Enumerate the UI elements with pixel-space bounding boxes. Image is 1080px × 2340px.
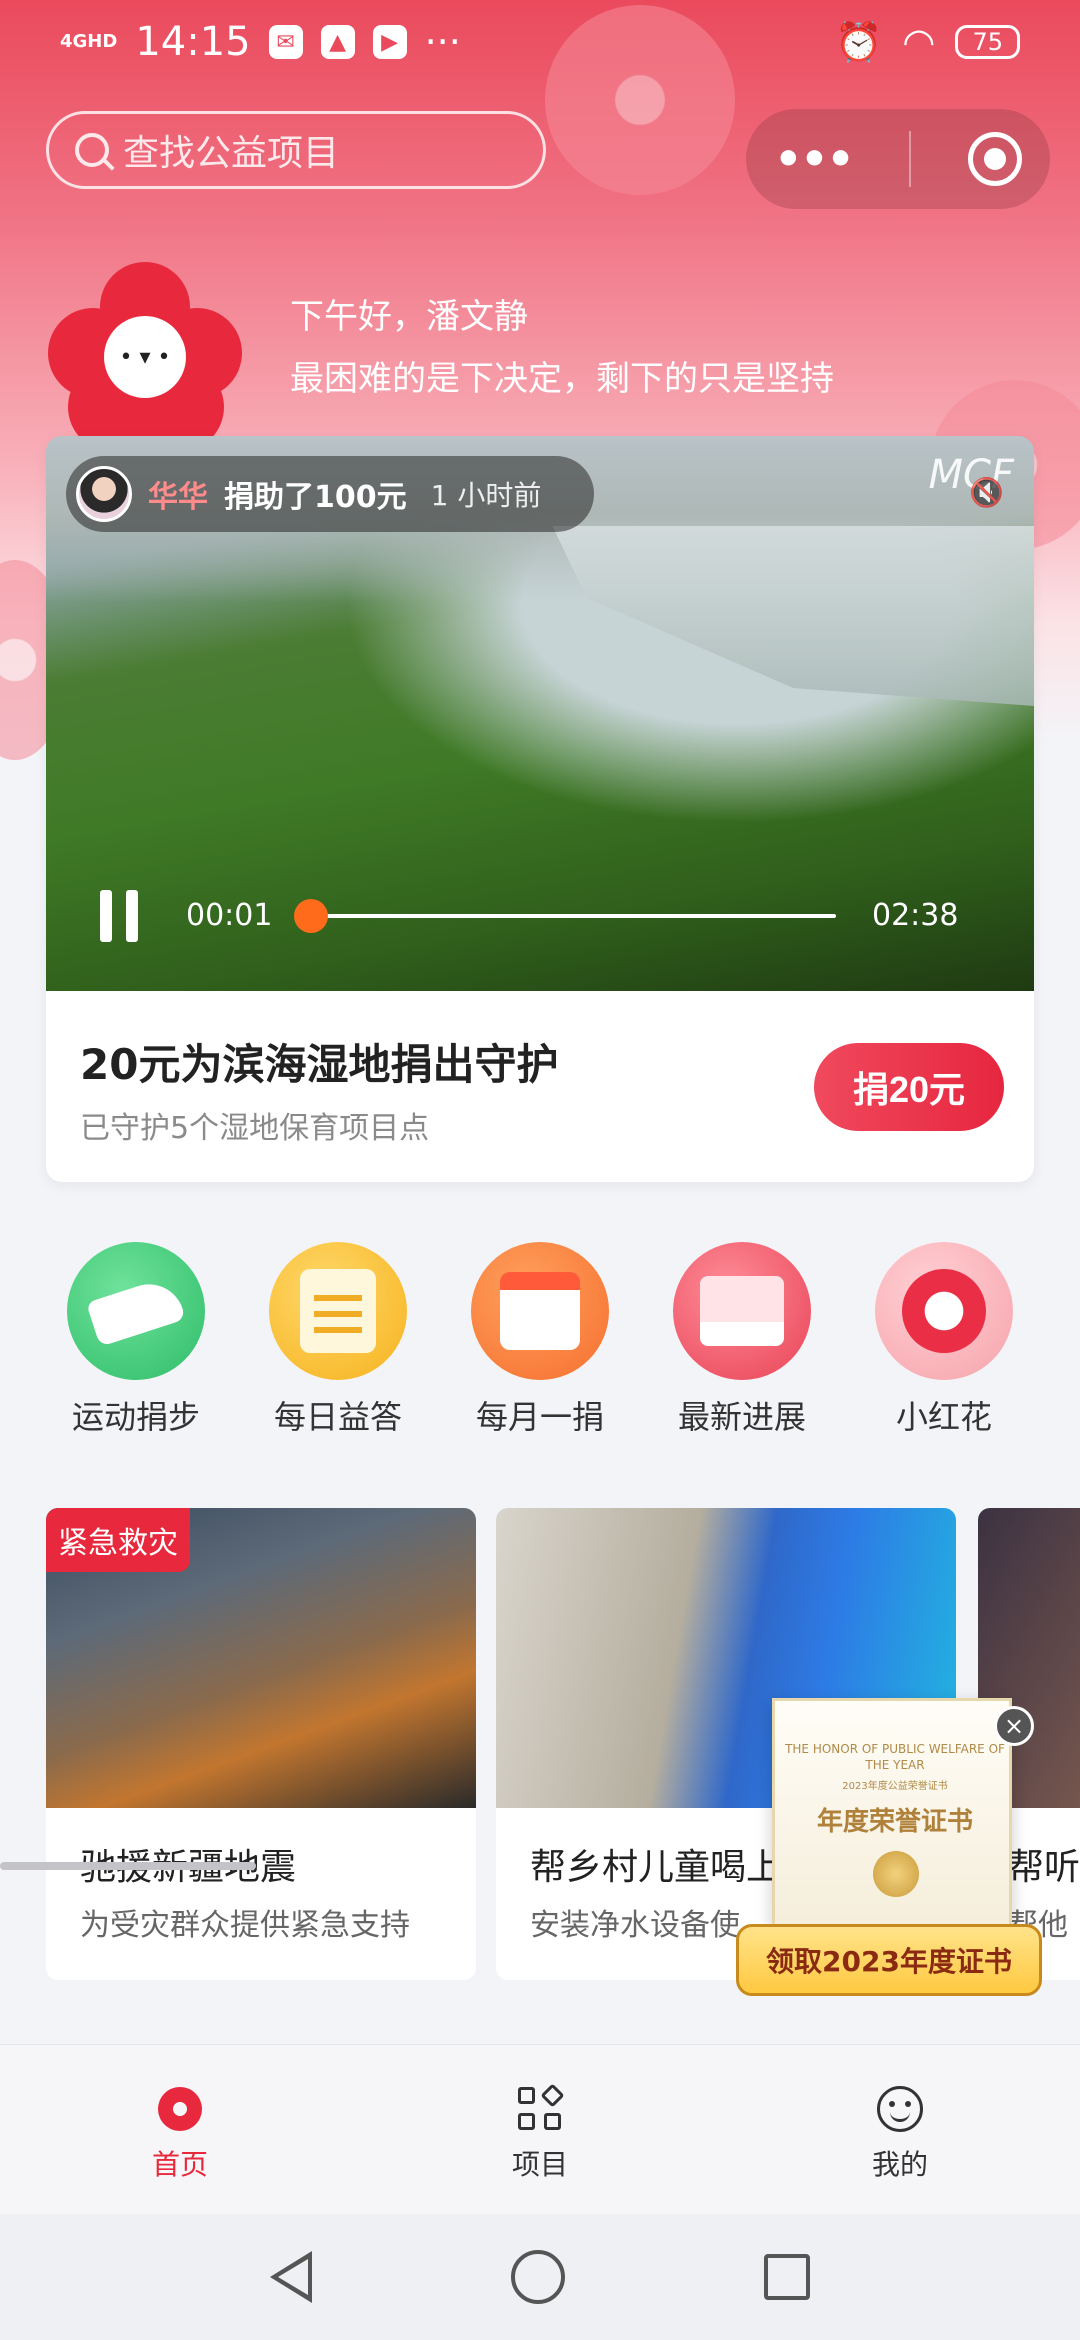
recent-donation-ticker: 华华 捐助了100元 1 小时前 bbox=[66, 456, 594, 532]
donate-button[interactable]: 捐20元 bbox=[814, 1043, 1004, 1131]
tab-projects[interactable]: 项目 bbox=[360, 2045, 720, 2214]
capsule-divider bbox=[909, 131, 912, 187]
system-navigation-bar bbox=[0, 2214, 1080, 2340]
network-indicator: 4GHD bbox=[60, 31, 118, 52]
donor-name: 华华 bbox=[148, 480, 208, 515]
quick-action-label: 每日益答 bbox=[273, 1398, 402, 1436]
project-card[interactable]: 紧急救灾 驰援新疆地震 为受灾群众提供紧急支持 bbox=[46, 1508, 476, 1980]
back-icon[interactable] bbox=[269, 2251, 312, 2303]
recent-apps-icon[interactable] bbox=[764, 2254, 811, 2300]
claim-certificate-button[interactable]: 领取2023年度证书 bbox=[736, 1924, 1042, 1996]
sneaker-icon bbox=[67, 1242, 205, 1380]
home-flower-icon bbox=[158, 2087, 202, 2131]
clock: 14:15 bbox=[135, 19, 251, 65]
mascot-flower[interactable]: • ▾ • bbox=[48, 262, 244, 452]
status-bar: 4GHD 14:15 ✉ ▲ ▶ ··· ⏰ ◠ 75 bbox=[0, 0, 1080, 84]
bottom-tab-bar: 首页 项目 我的 bbox=[0, 2044, 1080, 2214]
tab-label: 首页 bbox=[151, 2148, 208, 2181]
quick-action-monthly-donate[interactable]: 每月一捐 bbox=[450, 1242, 630, 1442]
urgent-badge: 紧急救灾 bbox=[46, 1508, 190, 1572]
donation-amount: 捐助了100元 bbox=[224, 480, 407, 515]
quick-action-label: 小红花 bbox=[895, 1398, 992, 1436]
greeting-quote: 最困难的是下决定，剩下的只是坚持 bbox=[290, 359, 834, 399]
quick-action-label: 运动捐步 bbox=[71, 1398, 200, 1436]
featured-project-card[interactable]: 华华 捐助了100元 1 小时前 MCF 🔇 00:01 02:38 20元为滨… bbox=[46, 436, 1034, 1182]
project-subtitle: 已守护5个湿地保育项目点 bbox=[80, 1111, 430, 1146]
progress-thumb[interactable] bbox=[294, 899, 329, 933]
tab-home[interactable]: 首页 bbox=[0, 2045, 360, 2214]
miniprogram-capsule: ••• bbox=[746, 109, 1050, 209]
carousel-scroll-indicator bbox=[0, 1862, 256, 1870]
quick-action-latest-progress[interactable]: 最新进展 bbox=[652, 1242, 832, 1442]
calendar-icon bbox=[471, 1242, 609, 1380]
inbox-icon bbox=[673, 1242, 811, 1380]
project-title: 20元为滨海湿地捐出守护 bbox=[80, 1040, 559, 1089]
certificate-title: 年度荣誉证书 bbox=[816, 1807, 973, 1837]
quick-action-step-donate[interactable]: 运动捐步 bbox=[46, 1242, 226, 1442]
pause-icon[interactable] bbox=[100, 890, 138, 942]
quick-action-red-flower[interactable]: 小红花 bbox=[854, 1242, 1034, 1442]
close-miniprogram-button[interactable] bbox=[967, 132, 1022, 186]
current-time: 00:01 bbox=[186, 898, 273, 933]
greeting: 下午好，潘文静 最困难的是下决定，剩下的只是坚持 bbox=[290, 286, 834, 410]
smile-icon bbox=[877, 2086, 923, 2132]
tab-me[interactable]: 我的 bbox=[720, 2045, 1080, 2214]
alarm-icon: ⏰ bbox=[834, 19, 883, 64]
greeting-title: 下午好，潘文静 bbox=[290, 297, 528, 337]
close-icon[interactable]: × bbox=[994, 1706, 1034, 1746]
more-menu-button[interactable]: ••• bbox=[774, 134, 854, 185]
progress-slider[interactable] bbox=[294, 899, 836, 933]
project-card-subtitle: 安装净水设备使 bbox=[530, 1908, 740, 1943]
quick-actions: 运动捐步 每日益答 每月一捐 最新进展 小红花 bbox=[46, 1242, 1034, 1442]
video-player[interactable]: 华华 捐助了100元 1 小时前 MCF 🔇 00:01 02:38 bbox=[46, 436, 1034, 991]
tab-label: 项目 bbox=[511, 2148, 568, 2181]
flower-icon bbox=[875, 1242, 1013, 1380]
video-controls: 00:01 02:38 bbox=[46, 876, 1034, 956]
project-image: 紧急救灾 bbox=[46, 1508, 476, 1808]
search-input[interactable]: 查找公益项目 bbox=[46, 111, 546, 189]
seal-icon bbox=[873, 1851, 919, 1897]
tab-label: 我的 bbox=[871, 2148, 928, 2181]
grid-icon bbox=[518, 2083, 565, 2131]
donation-time: 1 小时前 bbox=[430, 479, 542, 512]
duration: 02:38 bbox=[872, 898, 959, 933]
search-icon bbox=[75, 133, 109, 167]
featured-info: 20元为滨海湿地捐出守护 已守护5个湿地保育项目点 捐20元 bbox=[46, 991, 1034, 1182]
quiz-icon bbox=[269, 1242, 407, 1380]
project-card-title: 帮听 bbox=[1008, 1847, 1080, 1888]
more-notifications: ··· bbox=[424, 20, 461, 64]
certificate-subtitle: 2023年度公益荣誉证书 bbox=[842, 1781, 948, 1792]
donor-avatar bbox=[76, 466, 132, 522]
quick-action-label: 每月一捐 bbox=[475, 1398, 604, 1436]
notification-app-icon: ▲ bbox=[320, 25, 355, 59]
project-card-title: 帮乡村儿童喝上 bbox=[530, 1847, 783, 1888]
mascot-face-icon: • ▾ • bbox=[104, 316, 186, 398]
video-frame-water bbox=[552, 526, 1034, 706]
wifi-icon: ◠ bbox=[902, 20, 936, 64]
quick-action-label: 最新进展 bbox=[677, 1398, 806, 1436]
annual-certificate-popup[interactable]: THE HONOR OF PUBLIC WELFARE OF THE YEAR … bbox=[772, 1698, 1012, 1928]
project-card-subtitle: 为受灾群众提供紧急支持 bbox=[80, 1908, 410, 1943]
certificate-english-title: THE HONOR OF PUBLIC WELFARE OF THE YEAR bbox=[785, 1742, 1005, 1772]
quick-action-daily-quiz[interactable]: 每日益答 bbox=[248, 1242, 428, 1442]
mute-icon[interactable]: 🔇 bbox=[969, 476, 1004, 509]
battery-indicator: 75 bbox=[955, 25, 1020, 59]
mail-icon: ✉ bbox=[268, 25, 303, 59]
home-icon[interactable] bbox=[510, 2250, 565, 2304]
video-app-icon: ▶ bbox=[372, 25, 407, 59]
search-placeholder: 查找公益项目 bbox=[123, 133, 340, 174]
